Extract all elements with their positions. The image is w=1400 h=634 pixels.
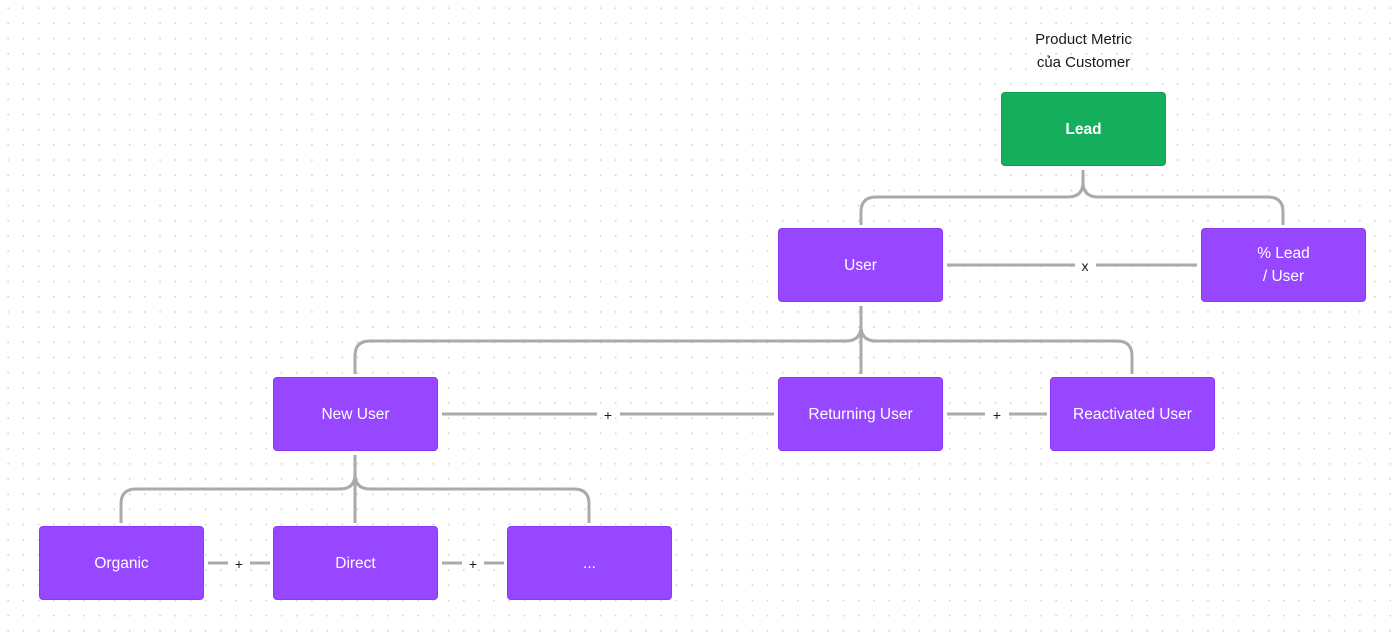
- connector-lead-left-branch: [859, 170, 1085, 225]
- node-label-line-1: % Lead: [1257, 245, 1310, 262]
- operator-plus: +: [992, 407, 1002, 423]
- node-label: Returning User: [808, 405, 913, 423]
- connector-lead-right-branch: [1081, 170, 1285, 225]
- node-more[interactable]: ...: [507, 526, 672, 600]
- node-label-line-2: / User: [1262, 268, 1305, 285]
- operator-plus: +: [234, 556, 244, 572]
- node-lead[interactable]: Lead: [1001, 92, 1166, 166]
- caption-line-2: của Customer: [1036, 54, 1131, 71]
- node-label: Lead: [1065, 120, 1102, 138]
- connectors-layer: [119, 170, 1285, 565]
- node-label: User: [844, 256, 877, 274]
- node-lead-per-user[interactable]: % Lead / User: [1201, 228, 1366, 302]
- node-label: New User: [321, 405, 390, 423]
- operator-plus: +: [603, 407, 613, 423]
- node-reactivated-user[interactable]: Reactivated User: [1050, 377, 1215, 451]
- connector-new-user-right-branch: [353, 455, 591, 523]
- operator-plus: +: [468, 556, 478, 572]
- metric-tree-canvas[interactable]: Product Metric của Customer Lead User % …: [0, 0, 1400, 634]
- operator-multiply: x: [1081, 258, 1089, 274]
- node-label: Organic: [94, 554, 149, 572]
- node-label: ...: [583, 554, 596, 572]
- node-new-user[interactable]: New User: [273, 377, 438, 451]
- caption-line-1: Product Metric: [1035, 31, 1132, 48]
- node-label: Reactivated User: [1073, 405, 1192, 423]
- node-direct[interactable]: Direct: [273, 526, 438, 600]
- node-label: Direct: [335, 554, 376, 572]
- connector-user-right-branch: [859, 306, 1134, 374]
- connector-new-user-left-branch: [119, 455, 357, 523]
- diagram-caption: Product Metric của Customer: [1001, 28, 1166, 74]
- node-user[interactable]: User: [778, 228, 943, 302]
- connector-user-left-branch: [353, 306, 863, 374]
- node-organic[interactable]: Organic: [39, 526, 204, 600]
- node-returning-user[interactable]: Returning User: [778, 377, 943, 451]
